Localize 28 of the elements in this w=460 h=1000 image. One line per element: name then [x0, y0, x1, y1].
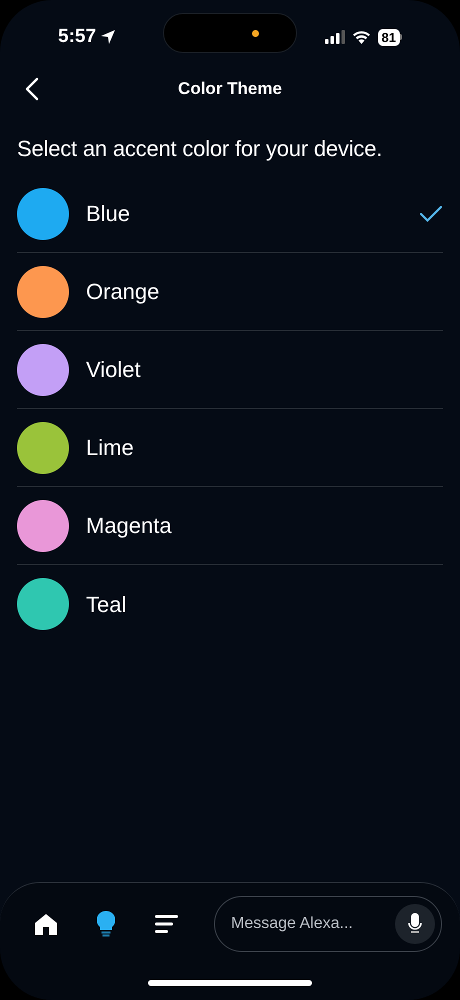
prompt-text: Select an accent color for your device.: [16, 135, 384, 163]
lightbulb-icon: [97, 911, 115, 937]
message-field[interactable]: Message Alexa...: [214, 896, 442, 952]
color-label: Blue: [86, 200, 132, 228]
checkmark-icon: [419, 204, 443, 222]
color-label: Teal: [86, 590, 128, 618]
back-icon[interactable]: [24, 77, 40, 101]
page-title: Color Theme: [178, 78, 282, 100]
color-option[interactable]: Violet: [17, 331, 443, 409]
color-label: Violet: [86, 356, 142, 384]
microphone-icon: [408, 913, 422, 935]
color-option[interactable]: Orange: [17, 253, 443, 331]
signal-icon: [324, 30, 345, 44]
location-arrow-icon: [100, 29, 116, 45]
wifi-icon: [352, 30, 371, 44]
color-option[interactable]: Lime: [17, 409, 443, 487]
status-time: 5:57: [58, 24, 96, 49]
color-label: Magenta: [86, 512, 173, 540]
color-option[interactable]: Blue: [17, 175, 443, 253]
color-option[interactable]: Teal: [17, 565, 443, 643]
nav-tab[interactable]: [94, 910, 118, 938]
color-label: Orange: [86, 278, 160, 306]
microphone-button[interactable]: [395, 904, 435, 944]
color-option[interactable]: Magenta: [17, 487, 443, 565]
color-label: Lime: [86, 434, 135, 462]
menu-icon: [154, 915, 178, 933]
battery-level: 81: [378, 28, 400, 46]
home-icon: [34, 912, 58, 936]
